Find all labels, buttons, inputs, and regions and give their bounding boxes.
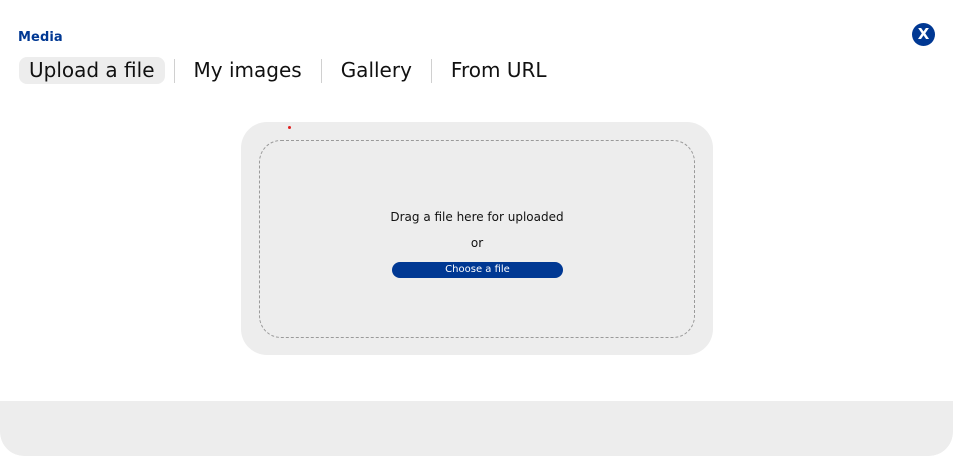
- modal-title: Media: [18, 30, 63, 45]
- tab-gallery[interactable]: Gallery: [331, 57, 422, 84]
- tab-upload-a-file[interactable]: Upload a file: [19, 57, 165, 84]
- close-button[interactable]: X: [912, 23, 935, 46]
- tab-from-url[interactable]: From URL: [441, 57, 557, 84]
- media-tabs: Upload a file My images Gallery From URL: [19, 57, 557, 84]
- tab-divider: [320, 58, 322, 83]
- drop-zone-or: or: [470, 236, 484, 250]
- choose-file-button[interactable]: Choose a file: [392, 262, 563, 278]
- media-modal: Media X Upload a file My images Gallery …: [0, 0, 953, 456]
- upload-panel: Drag a file here for uploaded or Choose …: [241, 122, 713, 355]
- modal-footer: [0, 401, 953, 456]
- tab-divider: [430, 58, 432, 83]
- tab-my-images[interactable]: My images: [184, 57, 312, 84]
- drop-zone-instruction: Drag a file here for uploaded: [390, 210, 564, 224]
- close-icon: X: [917, 25, 930, 43]
- indicator-dot: [288, 126, 291, 129]
- tab-divider: [173, 58, 175, 83]
